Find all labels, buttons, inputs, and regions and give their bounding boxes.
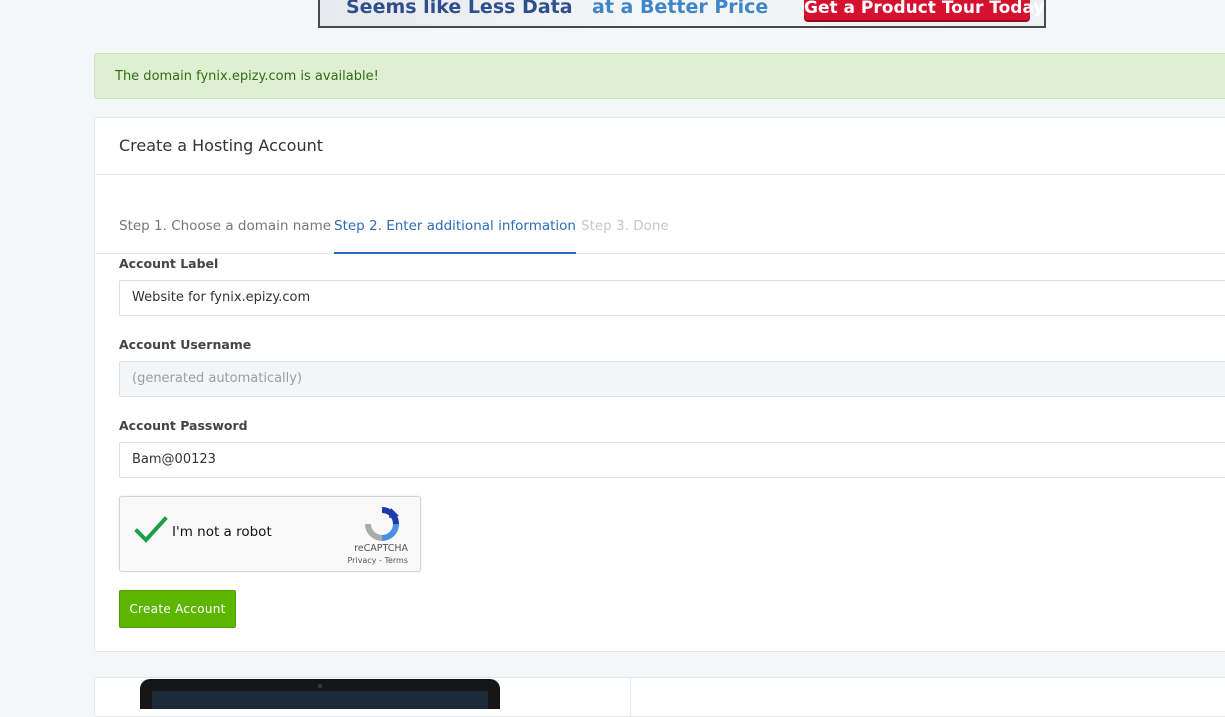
recaptcha-links[interactable]: Privacy - Terms [348,556,409,565]
banner-cta-button[interactable]: Get a Product Tour Today [804,0,1044,20]
laptop-image [140,679,500,709]
account-password-input[interactable]: Bam@00123 [119,442,1225,478]
domain-available-alert: The domain fynix.epizy.com is available! [94,53,1225,99]
step-choose-domain[interactable]: Step 1. Choose a domain name [119,218,331,234]
camera-dot [318,684,322,688]
account-password-label: Account Password [119,418,248,433]
wizard-steps: Step 1. Choose a domain name Step 2. Ent… [95,206,1225,254]
next-card [94,677,1225,717]
account-username-input: (generated automatically) [119,361,1225,397]
create-hosting-account-card: Create a Hosting Account Step 1. Choose … [94,117,1225,652]
column-divider [630,678,631,716]
account-label-input[interactable]: Website for fynix.epizy.com [119,280,1225,316]
account-username-label: Account Username [119,337,252,352]
step-done: Step 3. Done [581,218,669,234]
card-title: Create a Hosting Account [95,118,1225,175]
recaptcha-label: I'm not a robot [172,524,272,540]
banner-text-left: Seems like Less Data [346,0,573,18]
recaptcha-brand: reCAPTCHA [354,543,408,554]
create-account-button[interactable]: Create Account [119,590,236,628]
laptop-screen [152,691,488,709]
account-label-label: Account Label [119,256,219,271]
banner-text-middle: at a Better Price [592,0,769,18]
recaptcha-widget[interactable]: I'm not a robot reCAPTCHA Privacy - Term… [119,496,421,572]
recaptcha-logo-icon [365,507,399,541]
step-additional-info[interactable]: Step 2. Enter additional information [334,218,576,254]
ad-banner[interactable]: Seems like Less Data at a Better Price G… [318,0,1046,28]
checkmark-icon[interactable] [134,515,168,545]
